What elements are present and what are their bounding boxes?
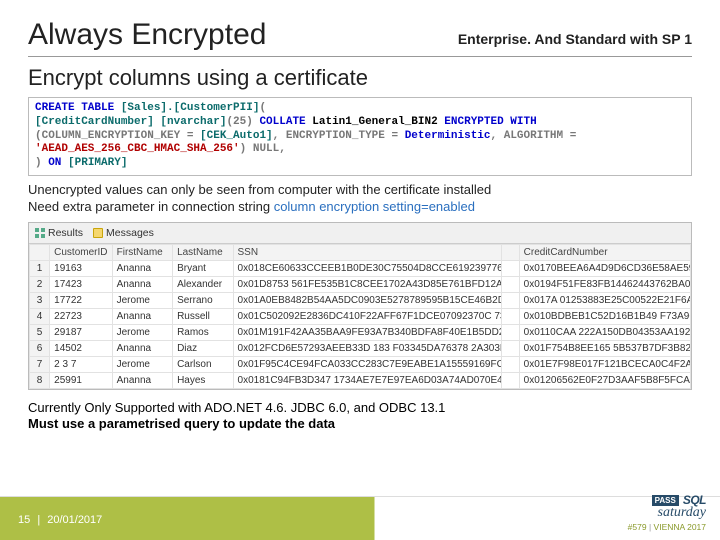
col-lastname: LastName xyxy=(173,244,233,260)
note-block: Unencrypted values can only be seen from… xyxy=(28,182,692,216)
cell-gap xyxy=(501,308,519,324)
cell-creditcard: 0x01206562E0F27D3AAF5B8F5FCA3FFE5322 xyxy=(519,372,690,388)
page-date: 20/01/2017 xyxy=(47,514,102,526)
cell-customerid: 2 3 7 xyxy=(50,356,112,372)
cell-lastname: Alexander xyxy=(173,276,233,292)
sql-code-block: CREATE TABLE [Sales].[CustomerPII]( [Cre… xyxy=(28,97,692,176)
subtitle: Encrypt columns using a certificate xyxy=(28,65,692,91)
grid-icon xyxy=(35,228,45,238)
col-ssn: SSN xyxy=(233,244,501,260)
cell-firstname: Jerome xyxy=(112,324,172,340)
cell-creditcard: 0x0110CAA 222A150DB04353AA192DA579 xyxy=(519,324,690,340)
cell-gap xyxy=(501,372,519,388)
cell-firstname: Ananna xyxy=(112,340,172,356)
results-grid: CustomerID FirstName LastName SSN Credit… xyxy=(29,244,691,389)
cell-creditcard: 0x0194F51FE83FB14462443762BA02FBEE3220 xyxy=(519,276,690,292)
cell-ssn: 0x018CE60633CCEEB1B0DE30C75504D8CCE61923… xyxy=(233,260,501,276)
table-row[interactable]: 825991AnannaHayes0x0181C94FB3D347 1734AE… xyxy=(30,372,691,388)
cell-customerid: 25991 xyxy=(50,372,112,388)
note-line-2: Need extra parameter in connection strin… xyxy=(28,199,692,216)
table-row[interactable]: 317722JeromeSerrano0x01A0EB8482B54AA5DC0… xyxy=(30,292,691,308)
cell-firstname: Jerome xyxy=(112,292,172,308)
logo-saturday: saturday xyxy=(586,505,706,521)
cell-gap xyxy=(501,340,519,356)
messages-icon xyxy=(93,228,103,238)
col-firstname: FirstName xyxy=(112,244,172,260)
cell-gap xyxy=(501,292,519,308)
cell-lastname: Bryant xyxy=(173,260,233,276)
cell-customerid: 17423 xyxy=(50,276,112,292)
cell-firstname: Ananna xyxy=(112,308,172,324)
cell-ssn: 0x01D8753 561FE535B1C8CEE1702A43D85E761B… xyxy=(233,276,501,292)
col-customerid: CustomerID xyxy=(50,244,112,260)
cell-gap xyxy=(501,260,519,276)
cell-gap xyxy=(501,356,519,372)
cell-gap xyxy=(501,276,519,292)
logo-tagline: #579 | VIENNA 2017 xyxy=(586,522,706,532)
event-logo: PASS SQL saturday #579 | VIENNA 2017 xyxy=(586,493,706,532)
edition-badge: Enterprise. And Standard with SP 1 xyxy=(458,31,692,47)
cell-lastname: Carlson xyxy=(173,356,233,372)
page-title: Always Encrypted xyxy=(28,18,266,52)
cell-ssn: 0x012FCD6E57293AEEB33D 183 F03345DA76378… xyxy=(233,340,501,356)
cell-firstname: Ananna xyxy=(112,372,172,388)
cell-firstname: Ananna xyxy=(112,260,172,276)
cell-rownum: 7 xyxy=(30,356,50,372)
cell-creditcard: 0x01E7F98E017F121BCECA0C4F2ABB7E91D xyxy=(519,356,690,372)
col-creditcard: CreditCardNumber xyxy=(519,244,690,260)
page-meta: 15 | 20/01/2017 xyxy=(18,514,102,526)
table-row[interactable]: 72 3 7JeromeCarlson0x01F95C4CE94FCA033CC… xyxy=(30,356,691,372)
cell-rownum: 8 xyxy=(30,372,50,388)
cell-customerid: 22723 xyxy=(50,308,112,324)
cell-rownum: 6 xyxy=(30,340,50,356)
cell-firstname: Ananna xyxy=(112,276,172,292)
cell-lastname: Russell xyxy=(173,308,233,324)
tab-results[interactable]: Results xyxy=(35,227,83,239)
table-row[interactable]: 529187JeromeRamos0x01M191F42AA35BAA9FE93… xyxy=(30,324,691,340)
cell-rownum: 2 xyxy=(30,276,50,292)
must-note: Must use a parametrised query to update … xyxy=(28,416,692,433)
col-rownum xyxy=(30,244,50,260)
cell-ssn: 0x01F95C4CE94FCA033CC283C7E9EABE1A155591… xyxy=(233,356,501,372)
support-note: Currently Only Supported with ADO.NET 4.… xyxy=(28,400,692,417)
cell-ssn: 0x01A0EB8482B54AA5DC0903E5278789595B15CE… xyxy=(233,292,501,308)
cell-creditcard: 0x010BDBEB1C52D16B1B49 F73A9C0B1B22 xyxy=(519,308,690,324)
page-sep: | xyxy=(33,514,44,526)
cell-creditcard: 0x017A 01253883E25C00522E21F6A58E66C xyxy=(519,292,690,308)
cell-ssn: 0x01M191F42AA35BAA9FE93A7B340BDFA8F40E1B… xyxy=(233,324,501,340)
cell-customerid: 14502 xyxy=(50,340,112,356)
footer-note: Currently Only Supported with ADO.NET 4.… xyxy=(28,400,692,434)
logo-pass: PASS xyxy=(652,495,679,506)
table-row[interactable]: 614502AnannaDiaz0x012FCD6E57293AEEB33D 1… xyxy=(30,340,691,356)
note-line-1: Unencrypted values can only be seen from… xyxy=(28,182,692,199)
cell-customerid: 19163 xyxy=(50,260,112,276)
tab-messages[interactable]: Messages xyxy=(93,227,154,239)
results-panel: Results Messages CustomerID FirstName La… xyxy=(28,222,692,390)
cell-rownum: 1 xyxy=(30,260,50,276)
cell-customerid: 17722 xyxy=(50,292,112,308)
cell-gap xyxy=(501,324,519,340)
cell-customerid: 29187 xyxy=(50,324,112,340)
results-tabs: Results Messages xyxy=(29,223,691,244)
cell-ssn: 0x01C502092E2836DC410F22AFF67F1DCE070923… xyxy=(233,308,501,324)
col-gap xyxy=(501,244,519,260)
title-row: Always Encrypted Enterprise. And Standar… xyxy=(28,18,692,57)
table-row[interactable]: 217423AnannaAlexander0x01D8753 561FE535B… xyxy=(30,276,691,292)
results-header-row: CustomerID FirstName LastName SSN Credit… xyxy=(30,244,691,260)
page-number: 15 xyxy=(18,514,30,526)
cell-lastname: Diaz xyxy=(173,340,233,356)
table-row[interactable]: 422723AnannaRussell0x01C502092E2836DC410… xyxy=(30,308,691,324)
cell-lastname: Hayes xyxy=(173,372,233,388)
cell-rownum: 3 xyxy=(30,292,50,308)
cell-ssn: 0x0181C94FB3D347 1734AE7E7E97EA6D03A74AD… xyxy=(233,372,501,388)
cell-lastname: Serrano xyxy=(173,292,233,308)
cell-creditcard: 0x01F754B8EE165 5B537B7DF3B82BAB59C xyxy=(519,340,690,356)
cell-creditcard: 0x0170BEEA6A4D9D6CD36E58AE59DF2F6E xyxy=(519,260,690,276)
cell-rownum: 4 xyxy=(30,308,50,324)
cell-firstname: Jerome xyxy=(112,356,172,372)
table-row[interactable]: 119163AnannaBryant0x018CE60633CCEEB1B0DE… xyxy=(30,260,691,276)
cell-lastname: Ramos xyxy=(173,324,233,340)
cell-rownum: 5 xyxy=(30,324,50,340)
